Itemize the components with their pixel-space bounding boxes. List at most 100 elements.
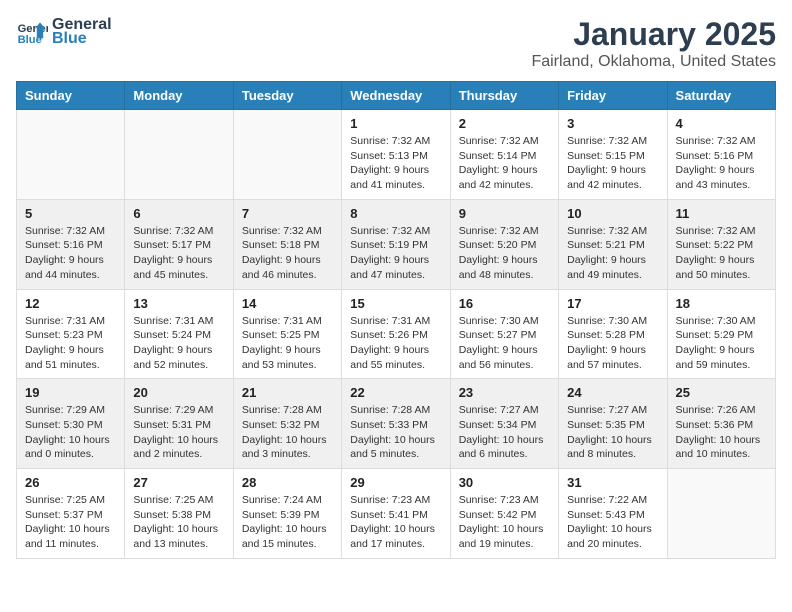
- calendar-cell: 8Sunrise: 7:32 AMSunset: 5:19 PMDaylight…: [342, 199, 450, 289]
- calendar: SundayMondayTuesdayWednesdayThursdayFrid…: [16, 81, 776, 559]
- day-info: Sunrise: 7:32 AMSunset: 5:18 PMDaylight:…: [242, 224, 333, 283]
- day-number: 7: [242, 206, 333, 221]
- calendar-cell: 10 Sunrise: 7:32 AMSunset: 5:21 PMDayligh…: [559, 199, 667, 289]
- day-info: Sunrise: 7:32 AMSunset: 5:17 PMDaylight:…: [133, 224, 224, 283]
- day-info: Sunrise: 7:32 AMSunset: 5:22 PMDaylight:…: [676, 224, 767, 283]
- day-number: 29: [350, 475, 441, 490]
- day-info: Sunrise: 7:29 AMSunset: 5:30 PMDaylight:…: [25, 403, 116, 462]
- logo-blue: Blue: [52, 30, 112, 48]
- day-number: 2: [459, 116, 550, 131]
- day-number: 4: [676, 116, 767, 131]
- day-number: 30: [459, 475, 550, 490]
- day-number: 22: [350, 385, 441, 400]
- calendar-cell: [125, 110, 233, 200]
- day-number: 13: [133, 296, 224, 311]
- day-info: Sunrise: 7:32 AMSunset: 5:14 PMDaylight:…: [459, 134, 550, 193]
- day-number: 5: [25, 206, 116, 221]
- calendar-cell: 23 Sunrise: 7:27 AMSunset: 5:34 PMDayligh…: [450, 379, 558, 469]
- calendar-week-row: 12Sunrise: 7:31 AMSunset: 5:23 PMDayligh…: [17, 289, 776, 379]
- day-number: 18: [676, 296, 767, 311]
- calendar-cell: 31Sunrise: 7:22 AMSunset: 5:43 PMDayligh…: [559, 469, 667, 559]
- calendar-cell: 16 Sunrise: 7:30 AMSunset: 5:27 PMDayligh…: [450, 289, 558, 379]
- day-number: 27: [133, 475, 224, 490]
- day-number: 26: [25, 475, 116, 490]
- day-info: Sunrise: 7:25 AMSunset: 5:37 PMDaylight:…: [25, 493, 116, 552]
- day-info: Sunrise: 7:28 AMSunset: 5:32 PMDaylight:…: [242, 403, 333, 462]
- weekday-header: Friday: [559, 82, 667, 110]
- calendar-cell: 1 Sunrise: 7:32 AMSunset: 5:13 PMDaylight…: [342, 110, 450, 200]
- day-info: Sunrise: 7:32 AMSunset: 5:16 PMDaylight:…: [25, 224, 116, 283]
- day-number: 31: [567, 475, 658, 490]
- day-number: 12: [25, 296, 116, 311]
- calendar-week-row: 19 Sunrise: 7:29 AMSunset: 5:30 PMDayligh…: [17, 379, 776, 469]
- calendar-cell: [667, 469, 775, 559]
- day-number: 11: [676, 206, 767, 221]
- calendar-header-row: SundayMondayTuesdayWednesdayThursdayFrid…: [17, 82, 776, 110]
- calendar-cell: 26 Sunrise: 7:25 AMSunset: 5:37 PMDayligh…: [17, 469, 125, 559]
- day-number: 23: [459, 385, 550, 400]
- day-info: Sunrise: 7:23 AMSunset: 5:41 PMDaylight:…: [350, 493, 441, 552]
- calendar-cell: 6 Sunrise: 7:32 AMSunset: 5:17 PMDaylight…: [125, 199, 233, 289]
- calendar-cell: 5 Sunrise: 7:32 AMSunset: 5:16 PMDaylight…: [17, 199, 125, 289]
- day-number: 21: [242, 385, 333, 400]
- calendar-cell: 13 Sunrise: 7:31 AMSunset: 5:24 PMDayligh…: [125, 289, 233, 379]
- calendar-cell: 7 Sunrise: 7:32 AMSunset: 5:18 PMDaylight…: [233, 199, 341, 289]
- day-info: Sunrise: 7:30 AMSunset: 5:27 PMDaylight:…: [459, 314, 550, 373]
- day-info: Sunrise: 7:30 AMSunset: 5:28 PMDaylight:…: [567, 314, 658, 373]
- calendar-cell: 29 Sunrise: 7:23 AMSunset: 5:41 PMDayligh…: [342, 469, 450, 559]
- day-info: Sunrise: 7:31 AMSunset: 5:26 PMDaylight:…: [350, 314, 441, 373]
- weekday-header: Thursday: [450, 82, 558, 110]
- day-number: 28: [242, 475, 333, 490]
- calendar-cell: 19 Sunrise: 7:29 AMSunset: 5:30 PMDayligh…: [17, 379, 125, 469]
- day-info: Sunrise: 7:31 AMSunset: 5:25 PMDaylight:…: [242, 314, 333, 373]
- logo: General Blue General Blue: [16, 16, 112, 48]
- day-info: Sunrise: 7:29 AMSunset: 5:31 PMDaylight:…: [133, 403, 224, 462]
- day-info: Sunrise: 7:24 AMSunset: 5:39 PMDaylight:…: [242, 493, 333, 552]
- day-info: Sunrise: 7:32 AMSunset: 5:13 PMDaylight:…: [350, 134, 441, 193]
- day-number: 9: [459, 206, 550, 221]
- weekday-header: Monday: [125, 82, 233, 110]
- calendar-cell: 3 Sunrise: 7:32 AMSunset: 5:15 PMDaylight…: [559, 110, 667, 200]
- calendar-week-row: 26 Sunrise: 7:25 AMSunset: 5:37 PMDayligh…: [17, 469, 776, 559]
- calendar-cell: 17Sunrise: 7:30 AMSunset: 5:28 PMDayligh…: [559, 289, 667, 379]
- day-number: 25: [676, 385, 767, 400]
- calendar-cell: 24 Sunrise: 7:27 AMSunset: 5:35 PMDayligh…: [559, 379, 667, 469]
- day-number: 6: [133, 206, 224, 221]
- calendar-cell: 22Sunrise: 7:28 AMSunset: 5:33 PMDayligh…: [342, 379, 450, 469]
- day-info: Sunrise: 7:31 AMSunset: 5:24 PMDaylight:…: [133, 314, 224, 373]
- calendar-cell: 25Sunrise: 7:26 AMSunset: 5:36 PMDayligh…: [667, 379, 775, 469]
- calendar-cell: 20Sunrise: 7:29 AMSunset: 5:31 PMDayligh…: [125, 379, 233, 469]
- logo-icon: General Blue: [16, 16, 48, 48]
- calendar-cell: 14Sunrise: 7:31 AMSunset: 5:25 PMDayligh…: [233, 289, 341, 379]
- day-info: Sunrise: 7:27 AMSunset: 5:35 PMDaylight:…: [567, 403, 658, 462]
- calendar-cell: 18Sunrise: 7:30 AMSunset: 5:29 PMDayligh…: [667, 289, 775, 379]
- day-info: Sunrise: 7:32 AMSunset: 5:21 PMDaylight:…: [567, 224, 658, 283]
- month-title: January 2025: [531, 16, 776, 53]
- weekday-header: Saturday: [667, 82, 775, 110]
- title-area: January 2025 Fairland, Oklahoma, United …: [531, 16, 776, 71]
- weekday-header: Wednesday: [342, 82, 450, 110]
- header: General Blue General Blue January 2025 F…: [16, 16, 776, 71]
- day-info: Sunrise: 7:27 AMSunset: 5:34 PMDaylight:…: [459, 403, 550, 462]
- calendar-body: 1 Sunrise: 7:32 AMSunset: 5:13 PMDaylight…: [17, 110, 776, 559]
- day-info: Sunrise: 7:32 AMSunset: 5:15 PMDaylight:…: [567, 134, 658, 193]
- day-number: 1: [350, 116, 441, 131]
- calendar-week-row: 1 Sunrise: 7:32 AMSunset: 5:13 PMDaylight…: [17, 110, 776, 200]
- calendar-cell: 15 Sunrise: 7:31 AMSunset: 5:26 PMDayligh…: [342, 289, 450, 379]
- day-number: 3: [567, 116, 658, 131]
- calendar-cell: 9Sunrise: 7:32 AMSunset: 5:20 PMDaylight…: [450, 199, 558, 289]
- day-number: 24: [567, 385, 658, 400]
- calendar-week-row: 5 Sunrise: 7:32 AMSunset: 5:16 PMDaylight…: [17, 199, 776, 289]
- calendar-cell: 30Sunrise: 7:23 AMSunset: 5:42 PMDayligh…: [450, 469, 558, 559]
- day-number: 19: [25, 385, 116, 400]
- calendar-cell: 12Sunrise: 7:31 AMSunset: 5:23 PMDayligh…: [17, 289, 125, 379]
- day-number: 15: [350, 296, 441, 311]
- calendar-cell: 2 Sunrise: 7:32 AMSunset: 5:14 PMDaylight…: [450, 110, 558, 200]
- calendar-cell: 11 Sunrise: 7:32 AMSunset: 5:22 PMDayligh…: [667, 199, 775, 289]
- day-info: Sunrise: 7:25 AMSunset: 5:38 PMDaylight:…: [133, 493, 224, 552]
- day-info: Sunrise: 7:32 AMSunset: 5:16 PMDaylight:…: [676, 134, 767, 193]
- day-number: 8: [350, 206, 441, 221]
- day-number: 10: [567, 206, 658, 221]
- day-number: 16: [459, 296, 550, 311]
- calendar-cell: 28 Sunrise: 7:24 AMSunset: 5:39 PMDayligh…: [233, 469, 341, 559]
